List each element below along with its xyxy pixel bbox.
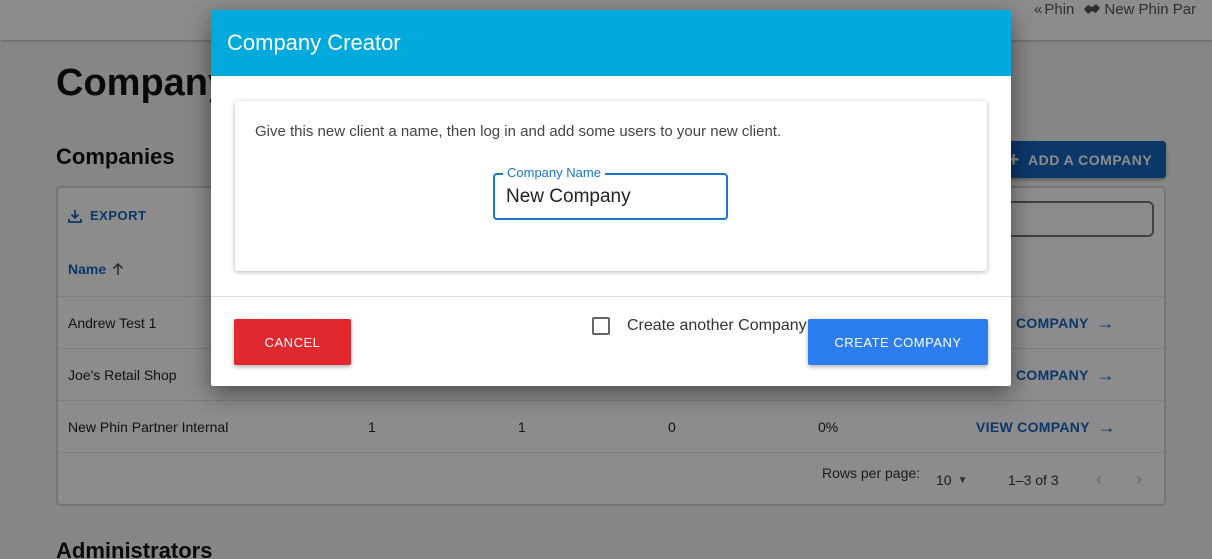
- dialog-description: Give this new client a name, then log in…: [255, 123, 782, 140]
- cancel-button[interactable]: CANCEL: [234, 319, 351, 365]
- dialog-divider: [211, 296, 1011, 297]
- company-name-input[interactable]: [506, 186, 716, 208]
- create-another-option[interactable]: Create another Company: [592, 316, 807, 336]
- create-company-button[interactable]: CREATE COMPANY: [808, 319, 988, 365]
- dialog-title: Company Creator: [211, 10, 1011, 76]
- company-name-field[interactable]: Company Name: [493, 165, 728, 220]
- dialog-content-card: Give this new client a name, then log in…: [235, 101, 987, 271]
- company-name-label: Company Name: [503, 165, 605, 181]
- company-creator-dialog: Company Creator Give this new client a n…: [211, 10, 1011, 386]
- create-another-checkbox[interactable]: [592, 317, 610, 335]
- create-another-label: Create another Company: [627, 317, 807, 334]
